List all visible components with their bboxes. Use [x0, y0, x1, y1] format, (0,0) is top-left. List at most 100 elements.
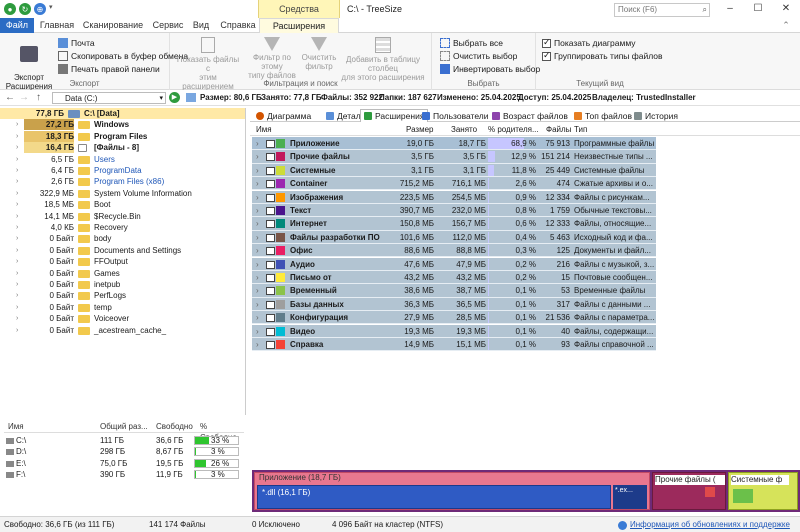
expand-chevron-icon[interactable]: ›	[16, 165, 18, 176]
expand-chevron-icon[interactable]: ›	[16, 119, 18, 130]
ribbon-collapse-icon[interactable]: ⌃	[776, 18, 796, 33]
tree-item[interactable]: › 0 Байт body	[0, 233, 245, 244]
table-row[interactable]: › Справка 14,9 МБ 15,1 МБ 93 Файлы справочной…	[252, 338, 656, 352]
tab-scan[interactable]: Сканирование	[80, 18, 146, 33]
update-link[interactable]: Информация об обновлениях и поддержке	[630, 520, 790, 529]
row-checkbox[interactable]	[266, 233, 275, 242]
table-row[interactable]: › Текст 390,7 МБ 232,0 МБ 1 759 Обычные текст…	[252, 204, 656, 218]
expand-chevron-icon[interactable]: ›	[256, 231, 259, 244]
expand-chevron-icon[interactable]: ›	[256, 164, 259, 177]
col-allocated[interactable]: Занято	[451, 125, 477, 134]
tab-file[interactable]: Файл	[0, 18, 34, 33]
quick-access-dropdown-icon[interactable]: ▾	[49, 3, 53, 15]
col-name[interactable]: Имя	[256, 125, 272, 134]
show-chart-checkbox[interactable]: Показать диаграмму	[542, 37, 636, 48]
treemap-chart[interactable]: Приложение (18,7 ГБ) *.dll (16,1 ГБ) *.e…	[252, 470, 800, 512]
expand-chevron-icon[interactable]: ›	[256, 325, 259, 338]
tree-item[interactable]: › 16,4 ГБ [Файлы - 8]	[0, 142, 245, 154]
print-button[interactable]: Печать правой панели	[58, 64, 160, 74]
tab-view[interactable]: Вид	[186, 18, 216, 33]
tree-item[interactable]: › 0 Байт Voiceover	[0, 313, 245, 324]
tab-chart[interactable]: Диаграмма	[256, 109, 311, 122]
expand-chevron-icon[interactable]: ›	[256, 204, 259, 217]
expand-chevron-icon[interactable]: ›	[16, 325, 18, 336]
start-scan-icon[interactable]: ▶	[169, 92, 180, 103]
row-checkbox[interactable]	[266, 341, 275, 349]
path-combobox[interactable]: Data (C:) ▾	[52, 92, 166, 104]
expand-chevron-icon[interactable]: ›	[16, 142, 18, 153]
expand-chevron-icon[interactable]: ›	[16, 222, 18, 233]
expand-chevron-icon[interactable]: ›	[16, 313, 18, 324]
table-row[interactable]: › Изображения 223,5 МБ 254,5 МБ 12 334 Файлы …	[252, 190, 656, 204]
web-icon[interactable]: ⊕	[34, 3, 46, 15]
tab-extensions[interactable]: Расширения	[259, 18, 339, 34]
row-checkbox[interactable]	[266, 287, 275, 296]
drive-row[interactable]: F:\ 390 ГБ 11,9 ГБ 3 %	[4, 469, 244, 481]
tab-top-files[interactable]: Топ файлов	[574, 109, 632, 122]
expand-chevron-icon[interactable]: ›	[256, 298, 259, 311]
tree-item[interactable]: › 0 Байт temp	[0, 302, 245, 313]
tree-item[interactable]: › 0 Байт Games	[0, 268, 245, 279]
tab-extensions[interactable]: Расширения	[360, 109, 429, 122]
tree-item[interactable]: › 0 Байт FFOutput	[0, 256, 245, 267]
expand-chevron-icon[interactable]: ›	[16, 154, 18, 165]
drive-row[interactable]: D:\ 298 ГБ 8,67 ГБ 3 %	[4, 446, 244, 458]
row-checkbox[interactable]	[266, 140, 275, 148]
row-checkbox[interactable]	[266, 193, 275, 202]
chevron-down-icon[interactable]: ▾	[159, 93, 163, 104]
search-icon[interactable]: ⌕	[703, 4, 707, 16]
minimize-button[interactable]: –	[716, 0, 744, 18]
up-arrow-icon[interactable]: ↑	[36, 92, 41, 103]
treemap-app-block[interactable]: Приложение (18,7 ГБ) *.dll (16,1 ГБ) *.e…	[254, 472, 650, 510]
table-row[interactable]: › Системные 3,1 ГБ 3,1 ГБ 25 449 Системные фа…	[252, 163, 656, 177]
tree-item[interactable]: › 0 Байт inetpub	[0, 279, 245, 290]
expand-chevron-icon[interactable]: ›	[16, 188, 18, 199]
row-checkbox[interactable]	[266, 300, 275, 309]
row-checkbox[interactable]	[266, 207, 275, 215]
table-row[interactable]: › Временный 38,6 МБ 38,7 МБ 53 Временные файл…	[252, 284, 656, 298]
row-checkbox[interactable]	[266, 314, 275, 323]
close-button[interactable]: ✕	[772, 0, 800, 18]
row-checkbox[interactable]	[266, 153, 275, 162]
expand-chevron-icon[interactable]: ›	[256, 311, 259, 324]
expand-chevron-icon[interactable]: ›	[256, 177, 259, 190]
treemap-other-block[interactable]: Прочие файлы (	[652, 472, 726, 510]
tree-item[interactable]: › 6,4 ГБ ProgramData	[0, 165, 245, 176]
table-row[interactable]: › Container 715,2 МБ 716,1 МБ 474 Сжатые архи…	[252, 177, 656, 191]
tab-home[interactable]: Главная	[36, 18, 78, 33]
group-types-checkbox[interactable]: Группировать типы файлов	[542, 50, 663, 61]
tab-history[interactable]: История	[634, 109, 678, 122]
table-row[interactable]: › Аудио 47,6 МБ 47,9 МБ 216 Файлы с музыкой, …	[252, 257, 656, 271]
select-all-button[interactable]: Выбрать все	[440, 38, 503, 48]
tree-item[interactable]: › 0 Байт PerfLogs	[0, 290, 245, 301]
tab-service[interactable]: Сервис	[146, 18, 190, 33]
filter-type-button[interactable]: Фильтр по этому типу файлов	[242, 37, 302, 80]
row-checkbox[interactable]	[266, 220, 275, 229]
table-row[interactable]: › Офис 88,6 МБ 88,8 МБ 125 Документы и файл..…	[252, 244, 656, 258]
tree-item[interactable]: › 0 Байт _acestream_cache_	[0, 325, 245, 336]
expand-chevron-icon[interactable]: ›	[256, 217, 259, 230]
col-type[interactable]: Тип	[574, 125, 587, 134]
treemap-exe-block[interactable]: *.ex...	[613, 485, 647, 509]
col-percent[interactable]: % родителя...	[488, 125, 539, 134]
search-input[interactable]: Поиск (F6) ⌕	[614, 3, 710, 17]
tree-root[interactable]: 77,8 ГБ C:\ [Data]	[0, 108, 245, 120]
expand-chevron-icon[interactable]: ›	[16, 256, 18, 267]
expand-chevron-icon[interactable]: ›	[16, 211, 18, 222]
expand-chevron-icon[interactable]: ›	[256, 244, 259, 257]
treemap-system-block[interactable]: Системные ф	[728, 472, 798, 510]
drive-col-free[interactable]: Свободно	[156, 421, 193, 432]
expand-chevron-icon[interactable]: ›	[256, 137, 259, 150]
table-row[interactable]: › Интернет 150,8 МБ 156,7 МБ 12 333 Файлы, от…	[252, 217, 656, 231]
expand-chevron-icon[interactable]: ›	[256, 338, 259, 351]
maximize-button[interactable]: ☐	[744, 0, 772, 18]
expand-chevron-icon[interactable]: ›	[16, 290, 18, 301]
add-column-button[interactable]: Добавить в таблицу столбец для этого рас…	[336, 37, 430, 82]
expand-chevron-icon[interactable]: ›	[16, 268, 18, 279]
tree-item[interactable]: › 0 Байт Documents and Settings	[0, 245, 245, 256]
row-checkbox[interactable]	[266, 247, 275, 256]
treemap-dll-block[interactable]: *.dll (16,1 ГБ)	[257, 485, 611, 509]
expand-chevron-icon[interactable]: ›	[256, 191, 259, 204]
table-row[interactable]: › Письмо от 43,2 МБ 43,2 МБ 15 Почтовые сообщ…	[252, 271, 656, 285]
expand-chevron-icon[interactable]: ›	[16, 233, 18, 244]
